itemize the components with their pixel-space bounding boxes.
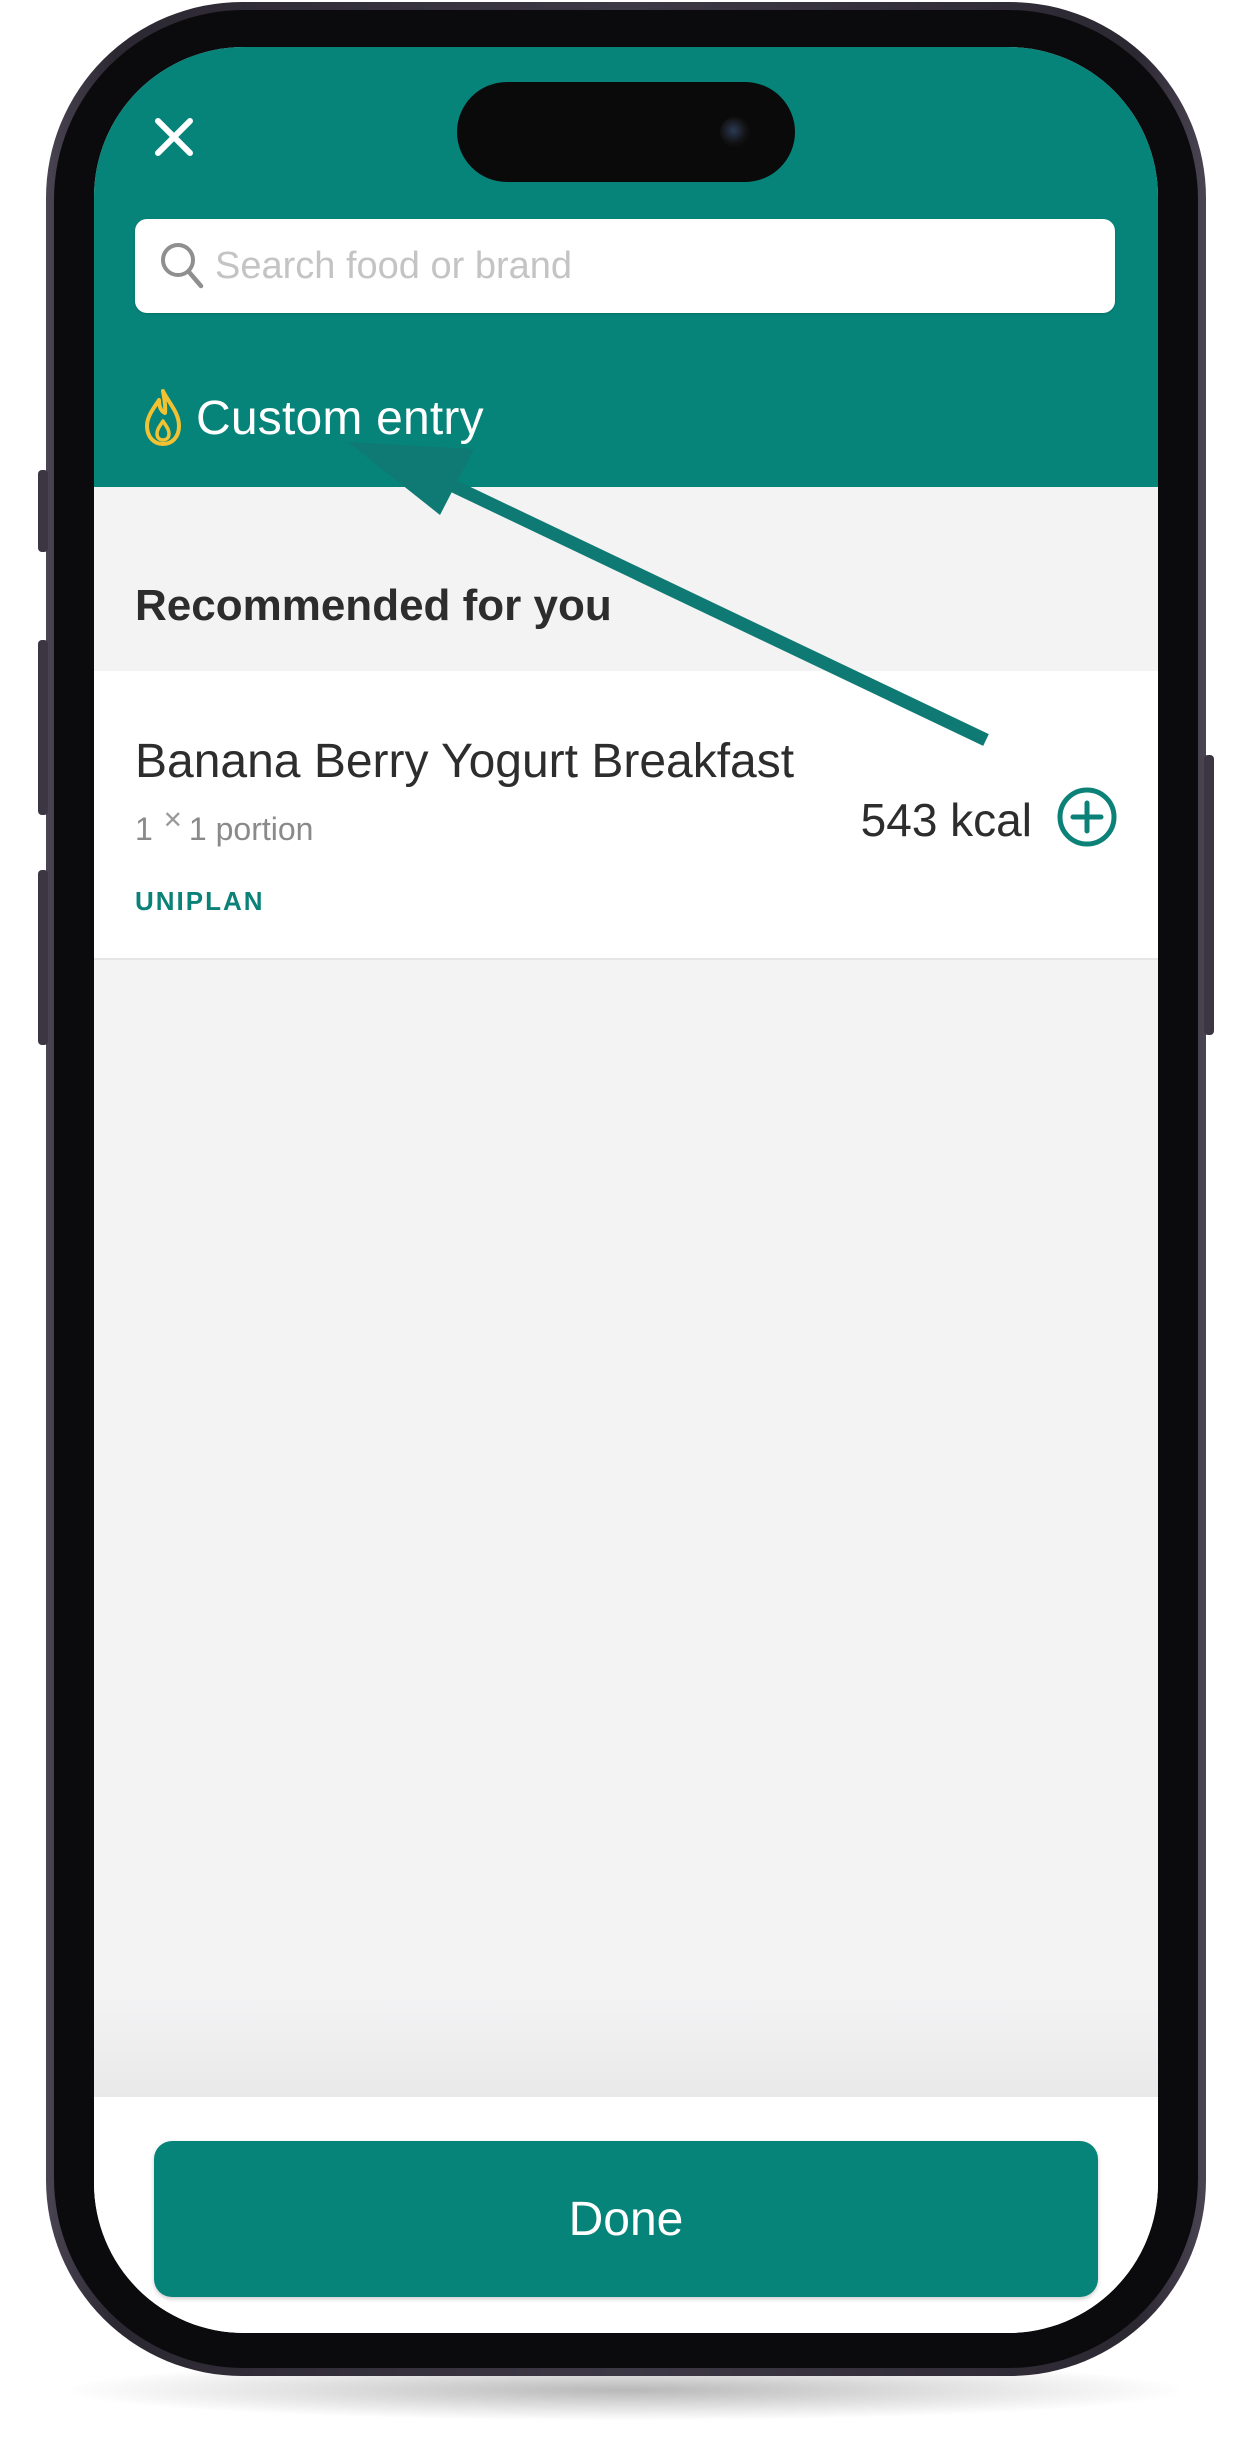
list-fade [94, 1997, 1158, 2097]
portion-quantity: 1 [135, 811, 153, 847]
food-list-item[interactable]: Banana Berry Yogurt Breakfast 1 ✕ 1 port… [94, 671, 1158, 960]
search-input[interactable] [215, 219, 1095, 313]
app-screen: Custom entry Recommended for you Banana … [94, 47, 1158, 2333]
done-button[interactable]: Done [154, 2141, 1098, 2297]
plus-circle-icon [1057, 787, 1117, 847]
section-title: Recommended for you [135, 581, 612, 630]
close-icon [155, 118, 193, 156]
food-portion: 1 ✕ 1 portion [135, 807, 314, 848]
food-calories: 543 kcal [860, 794, 1032, 846]
dynamic-island [457, 82, 795, 182]
close-button[interactable] [150, 113, 198, 161]
custom-entry-button[interactable]: Custom entry [142, 383, 484, 453]
bottom-bar: Done [94, 2097, 1158, 2333]
volume-up-button [38, 640, 48, 815]
action-button [38, 470, 48, 552]
portion-unit: 1 portion [188, 811, 314, 847]
search-bar[interactable] [135, 219, 1115, 313]
flame-icon [145, 389, 181, 446]
power-button [1204, 755, 1214, 1035]
search-icon [161, 243, 204, 289]
food-name: Banana Berry Yogurt Breakfast [135, 735, 795, 788]
custom-entry-label: Custom entry [196, 391, 484, 445]
volume-down-button [38, 870, 48, 1045]
food-brand: UNIPLAN [135, 886, 265, 916]
add-food-button[interactable] [1056, 786, 1118, 848]
multiply-icon: ✕ [162, 807, 183, 834]
camera-icon [720, 117, 750, 147]
